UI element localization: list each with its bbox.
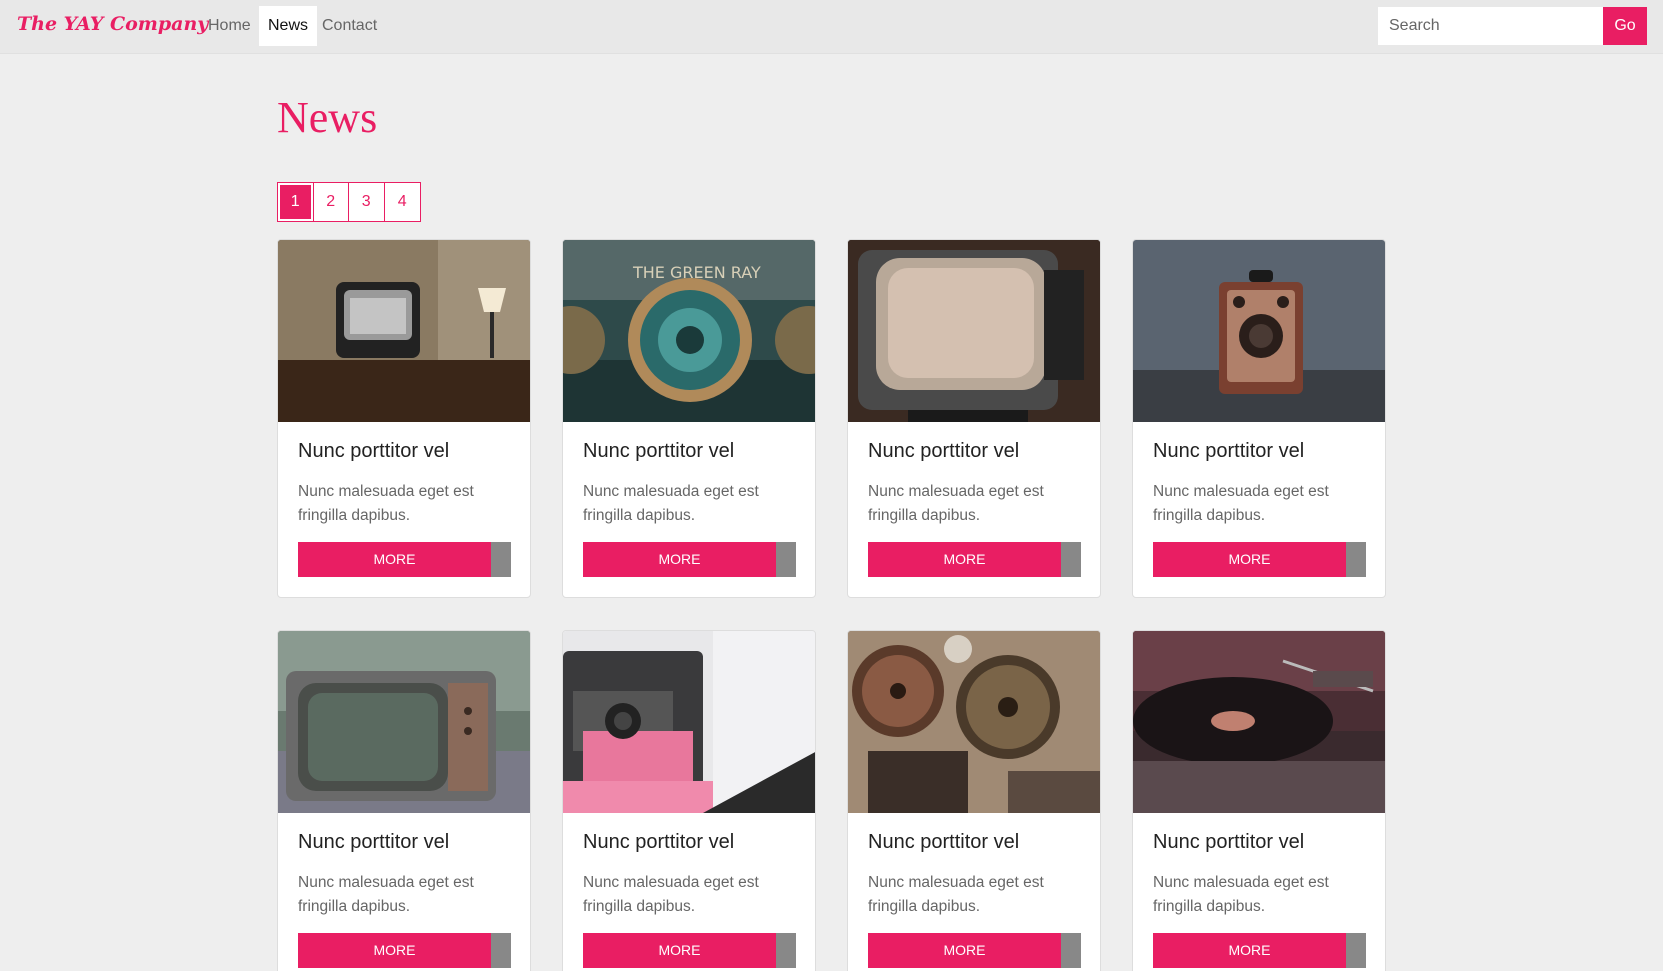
- navbar: The YAY Company Home News Contact Go: [0, 0, 1663, 54]
- film-projector-image: [848, 631, 1100, 813]
- card-text: Nunc malesuada eget est fringilla dapibu…: [1153, 483, 1329, 524]
- card-text: Nunc malesuada eget est fringilla dapibu…: [868, 483, 1044, 524]
- vintage-tv-image: [278, 240, 530, 422]
- polaroid-camera-image: [563, 631, 815, 813]
- card-title: Nunc porttitor vel: [583, 831, 735, 853]
- card-text: Nunc malesuada eget est fringilla dapibu…: [298, 483, 474, 524]
- retro-tv-screen-image: [848, 240, 1100, 422]
- page-3-button[interactable]: 3: [349, 183, 385, 221]
- card-title: Nunc porttitor vel: [583, 440, 735, 462]
- news-card: Nunc porttitor vel Nunc malesuada eget e…: [847, 630, 1101, 971]
- news-card: Nunc porttitor vel Nunc malesuada eget e…: [1132, 239, 1386, 598]
- more-button[interactable]: MORE: [583, 933, 796, 968]
- more-button[interactable]: MORE: [1153, 542, 1366, 577]
- more-button[interactable]: MORE: [868, 542, 1081, 577]
- nav-contact[interactable]: Contact: [313, 6, 386, 46]
- broken-tv-image: [278, 631, 530, 813]
- more-button[interactable]: MORE: [298, 542, 511, 577]
- more-button[interactable]: MORE: [583, 542, 796, 577]
- news-card: Nunc porttitor vel Nunc malesuada eget e…: [277, 630, 531, 971]
- card-text: Nunc malesuada eget est fringilla dapibu…: [868, 874, 1044, 915]
- card-text: Nunc malesuada eget est fringilla dapibu…: [1153, 874, 1329, 915]
- search-input[interactable]: [1378, 7, 1603, 45]
- page-4-button[interactable]: 4: [385, 183, 421, 221]
- page-title: News: [277, 93, 378, 142]
- page-1-button[interactable]: 1: [278, 183, 314, 221]
- card-text: Nunc malesuada eget est fringilla dapibu…: [583, 874, 759, 915]
- svg-text:THE GREEN RAY: THE GREEN RAY: [632, 263, 761, 282]
- record-player-image: [1133, 631, 1385, 813]
- news-card: THE GREEN RAY Nunc porttitor vel Nunc ma…: [562, 239, 816, 598]
- card-title: Nunc porttitor vel: [298, 440, 450, 462]
- brand-logo[interactable]: The YAY Company: [17, 13, 208, 35]
- more-button[interactable]: MORE: [868, 933, 1081, 968]
- card-title: Nunc porttitor vel: [868, 440, 1020, 462]
- card-text: Nunc malesuada eget est fringilla dapibu…: [298, 874, 474, 915]
- news-card: Nunc porttitor vel Nunc malesuada eget e…: [562, 630, 816, 971]
- pagination: 1 2 3 4: [277, 182, 421, 222]
- more-button[interactable]: MORE: [298, 933, 511, 968]
- card-text: Nunc malesuada eget est fringilla dapibu…: [583, 483, 759, 524]
- more-button[interactable]: MORE: [1153, 933, 1366, 968]
- brownie-camera-image: [1133, 240, 1385, 422]
- card-title: Nunc porttitor vel: [1153, 440, 1305, 462]
- news-card: Nunc porttitor vel Nunc malesuada eget e…: [277, 239, 531, 598]
- card-title: Nunc porttitor vel: [298, 831, 450, 853]
- news-card: Nunc porttitor vel Nunc malesuada eget e…: [1132, 630, 1386, 971]
- news-card: Nunc porttitor vel Nunc malesuada eget e…: [847, 239, 1101, 598]
- search-go-button[interactable]: Go: [1603, 7, 1647, 45]
- card-title: Nunc porttitor vel: [1153, 831, 1305, 853]
- nav-home[interactable]: Home: [199, 6, 260, 46]
- page-2-button[interactable]: 2: [314, 183, 349, 221]
- card-title: Nunc porttitor vel: [868, 831, 1020, 853]
- nav-news[interactable]: News: [259, 6, 318, 46]
- green-ray-camera-image: THE GREEN RAY: [563, 240, 815, 422]
